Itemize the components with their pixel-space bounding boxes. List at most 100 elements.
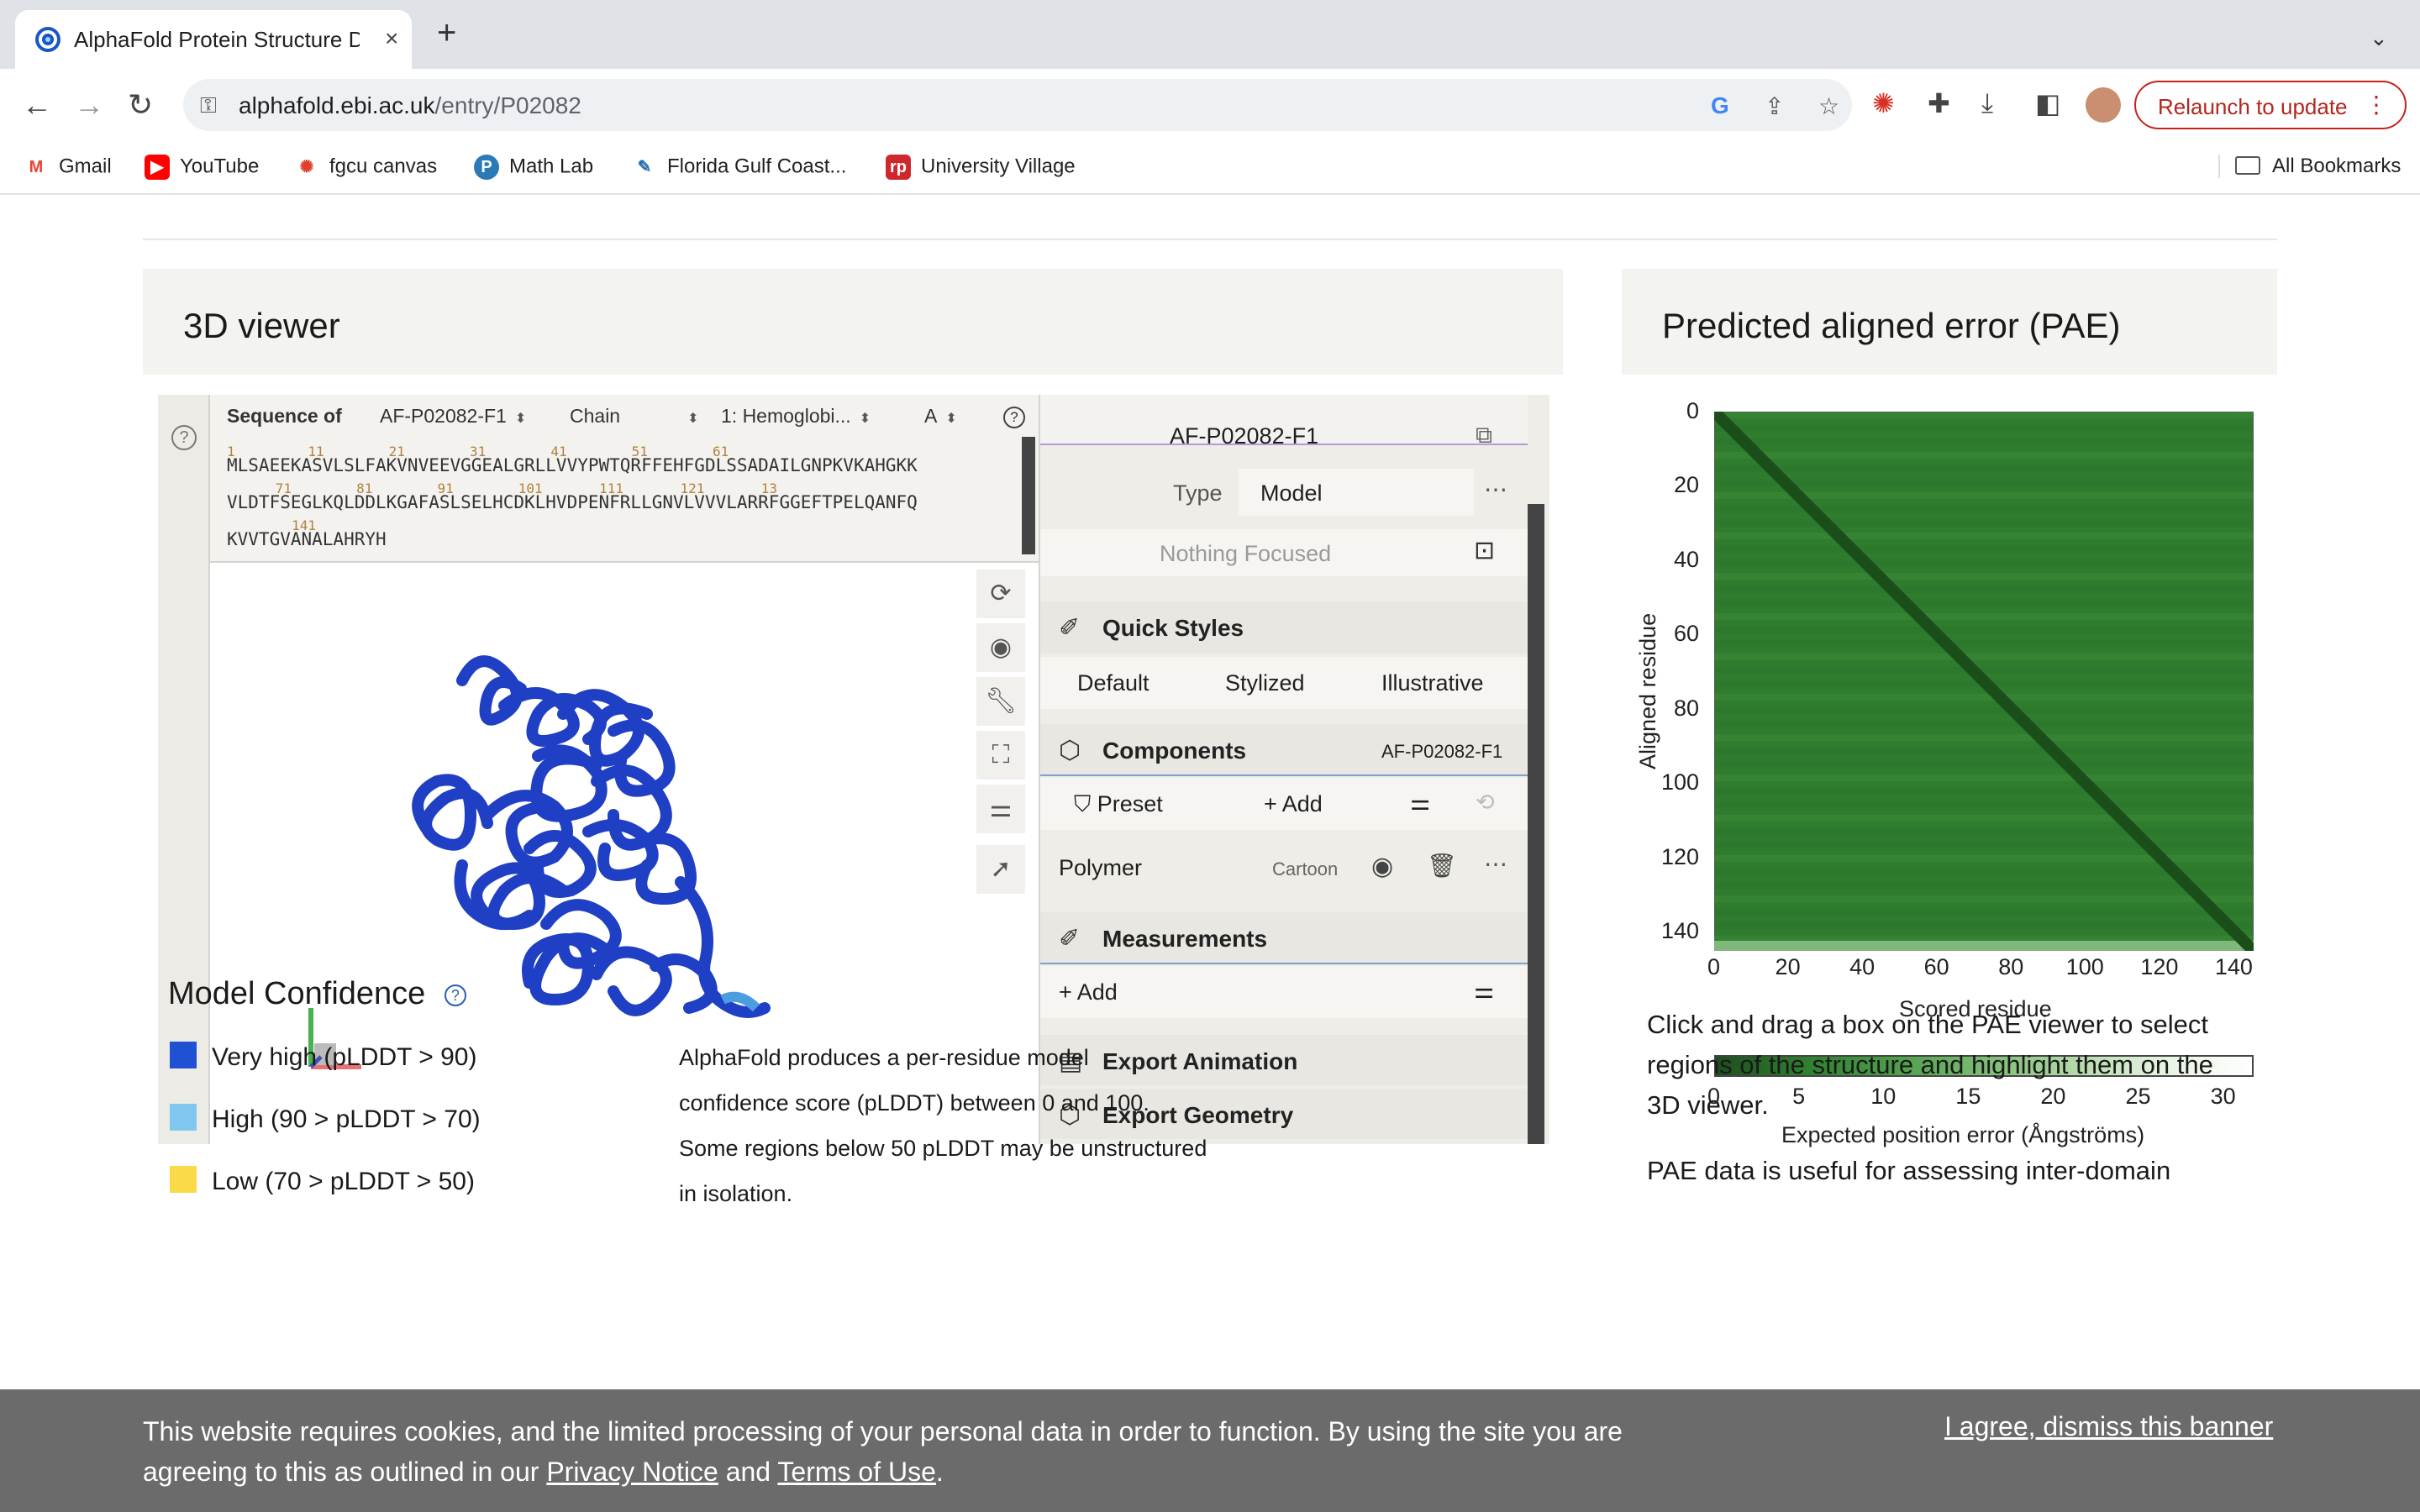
add-measurement-button[interactable]: + Add [1059, 979, 1118, 1005]
focus-text: Nothing Focused [1160, 541, 1332, 566]
undo-history-icon[interactable]: ⟲ [1476, 790, 1495, 816]
add-component-button[interactable]: + Add [1264, 791, 1323, 817]
screenshot-icon[interactable]: ◉ [976, 623, 1025, 672]
confidence-desc-1: AlphaFold produces a per-residue model [679, 1045, 1089, 1070]
sequence-scrollbar[interactable] [1022, 437, 1035, 554]
export-animation-header[interactable]: ▤ Export Animation [1040, 1035, 1528, 1085]
tab-search-chevron-icon[interactable]: ⌄ [2370, 25, 2388, 51]
cookie-banner: This website requires cookies, and the l… [0, 1389, 2420, 1512]
help-icon[interactable]: ? [171, 425, 197, 450]
address-bar[interactable]: ⚿ alphafold.ebi.ac.uk/entry/P02082 G ⇪ ☆ [183, 79, 1852, 131]
profile-avatar[interactable] [2086, 87, 2121, 123]
reload-icon[interactable]: ↻ [128, 87, 153, 123]
focus-row[interactable]: Nothing Focused ⊡ [1040, 529, 1528, 576]
chain-id-select[interactable]: A ⬍ [924, 405, 957, 428]
url-text[interactable]: alphafold.ebi.ac.uk/entry/P02082 [239, 92, 581, 119]
relaunch-label: Relaunch to update [2158, 94, 2348, 119]
extension-icon[interactable]: ✺ [1872, 87, 1895, 119]
bookmark-youtube[interactable]: ▶ YouTube [145, 155, 259, 180]
dismiss-cookie-banner-button[interactable]: I agree, dismiss this banner [1944, 1411, 2273, 1442]
sequence-panel: Sequence of AF-P02082-F1 ⬍ Chain ⬍ 1: Hemo… [210, 395, 1039, 563]
extensions-puzzle-icon[interactable]: ✚ [1928, 87, 1950, 119]
quick-styles-options: Default Stylized Illustrative [1040, 657, 1528, 709]
browser-tab[interactable]: AlphaFold Protein Structure D × [15, 10, 412, 69]
sequence-line-3[interactable]: KVVTGVANALAHRYH [227, 529, 387, 549]
molecule-select[interactable]: 1: Hemoglobi... ⬍ [721, 405, 871, 428]
pae-panel-header: Predicted aligned error (PAE) [1622, 269, 2277, 375]
style-stylized-button[interactable]: Stylized [1225, 670, 1305, 696]
confidence-desc-4: in isolation. [679, 1181, 793, 1206]
control-panel-scrollbar[interactable] [1528, 504, 1544, 1144]
pae-x-tick: 140 [2214, 954, 2253, 979]
all-bookmarks[interactable]: All Bookmarks [2218, 155, 2401, 178]
forward-icon[interactable]: → [74, 87, 104, 123]
pae-description-2: PAE data is useful for assessing inter-d… [1647, 1156, 2171, 1185]
preset-button[interactable]: ⛉ Preset [1074, 791, 1163, 818]
measurement-options-icon[interactable]: ⚌ [1474, 978, 1494, 1004]
pae-heatmap[interactable] [1714, 412, 2254, 951]
new-tab-button[interactable]: + [437, 16, 456, 50]
selection-mode-icon[interactable]: ➚ [976, 845, 1025, 894]
bookmark-fgcu-canvas[interactable]: ✺ fgcu canvas [294, 155, 437, 180]
side-panel-icon[interactable]: ◧ [2035, 87, 2060, 119]
back-icon[interactable]: ← [22, 87, 52, 123]
sequence-help-icon[interactable]: ? [1003, 407, 1025, 428]
terms-of-use-link[interactable]: Terms of Use [777, 1457, 935, 1487]
relaunch-button[interactable]: Relaunch to update ⋮ [2134, 81, 2407, 129]
tab-close-icon[interactable]: × [385, 25, 398, 52]
swatch-high [170, 1104, 197, 1131]
confidence-desc-2: confidence score (pLDDT) between 0 and 1… [679, 1090, 1150, 1116]
sequence-label: Sequence of [227, 405, 342, 427]
pae-colorbar-tick: 0 [1707, 1084, 1721, 1109]
viewer-panel-header: 3D viewer [143, 269, 1563, 375]
tools-wrench-icon[interactable]: 🔧︎ [976, 677, 1025, 726]
bookmark-gmail[interactable]: M Gmail [24, 155, 112, 180]
sequence-header: Sequence of AF-P02082-F1 ⬍ Chain ⬍ 1: Hemo… [210, 395, 1039, 437]
visibility-eye-icon[interactable]: ◉ [1371, 852, 1393, 881]
pae-colorbar-tick: 5 [1792, 1084, 1806, 1109]
measurements-header: ✐ Measurements [1040, 912, 1528, 964]
style-default-button[interactable]: Default [1077, 670, 1150, 696]
gmail-icon: M [24, 155, 49, 180]
more-menu-icon[interactable]: ⋮ [2365, 91, 2388, 118]
copy-icon[interactable]: ⧉ [1476, 422, 1492, 449]
reset-camera-icon[interactable]: ⟳ [976, 570, 1025, 618]
measurements-actions: + Add ⚌ [1040, 966, 1528, 1018]
sequence-line-1[interactable]: MLSAEEKASVLSLFAKVNVEEVGGEALGRLLVVYPWTQRF… [227, 455, 918, 475]
fullscreen-icon[interactable]: ⛶ [976, 731, 1025, 780]
bookmark-university-village[interactable]: rp University Village [886, 155, 1076, 180]
component-options-icon[interactable]: ⚌ [1410, 790, 1430, 816]
components-header: ⬡ Components AF-P02082-F1 [1040, 724, 1528, 776]
polymer-row[interactable]: Polymer Cartoon ◉ 🗑︎ ⋯ [1040, 842, 1528, 894]
polymer-label: Polymer [1059, 855, 1143, 880]
pae-x-tick: 40 [1849, 954, 1876, 979]
focus-camera-icon[interactable]: ⊡ [1474, 536, 1495, 565]
google-lens-icon[interactable]: G [1711, 92, 1729, 119]
structure-header: AF-P02082-F1 [1040, 395, 1528, 449]
share-icon[interactable]: ⇪ [1765, 92, 1784, 120]
delete-trash-icon[interactable]: 🗑︎ [1427, 852, 1457, 879]
style-illustrative-button[interactable]: Illustrative [1381, 670, 1484, 696]
bookmark-star-icon[interactable]: ☆ [1818, 92, 1839, 120]
confidence-help-icon[interactable]: ? [444, 984, 466, 1006]
bookmark-math-lab[interactable]: P Math Lab [474, 155, 593, 180]
settings-sliders-icon[interactable]: ⚌ [976, 785, 1025, 833]
pae-y-tick: 140 [1661, 918, 1700, 943]
molstar-viewer[interactable]: ? ⚌ Sequence of AF-P02082-F1⬍ Chain⬍ 1: … [158, 395, 1549, 1144]
privacy-notice-link[interactable]: Privacy Notice [546, 1457, 718, 1487]
pae-y-tick: 100 [1661, 769, 1700, 795]
site-info-icon[interactable]: ⚿ [200, 92, 217, 119]
swatch-very-high [170, 1042, 197, 1068]
entry-select[interactable]: AF-P02082-F1 ⬍ [380, 405, 526, 428]
polymer-more-icon[interactable]: ⋯ [1484, 850, 1507, 878]
page-content: 3D viewer Predicted aligned error (PAE) … [0, 195, 2420, 1512]
structure-entry: AF-P02082-F1 [1170, 423, 1319, 449]
pae-colorbar-label: Expected position error (Ångströms) [1781, 1122, 2145, 1147]
chain-select[interactable]: Chain ⬍ [570, 405, 699, 428]
plus-icon: + [1264, 791, 1282, 816]
bookmark-florida-gulf-coast[interactable]: ✎ Florida Gulf Coast... [632, 155, 846, 180]
cube-icon: ⬡ [1059, 737, 1081, 764]
sequence-line-2[interactable]: VLDTFSEGLKQLDDLKGAFASLSELHCDKLHVDPENFRLL… [227, 492, 918, 512]
type-more-icon[interactable]: ⋯ [1484, 475, 1507, 503]
download-icon[interactable]: ⤓ [1981, 87, 1993, 119]
